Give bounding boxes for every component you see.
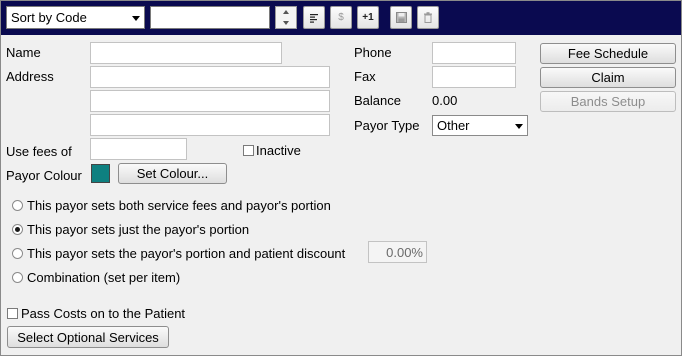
discount-value: 0.00% [386,244,423,260]
phone-label: Phone [354,45,392,60]
save-icon [395,12,407,23]
payor-type-label: Payor Type [354,118,420,133]
address-label: Address [6,69,54,84]
option-radio-both[interactable] [12,200,23,211]
save-button[interactable] [390,6,412,29]
option-label-combination: Combination (set per item) [27,270,181,285]
delete-button[interactable] [417,6,439,29]
spin-up-icon[interactable] [276,7,296,18]
toolbar: Sort by Code $ +1 [1,1,681,35]
payor-colour-label: Payor Colour [6,168,82,183]
fee-schedule-button[interactable]: Fee Schedule [540,43,676,64]
pass-costs-label: Pass Costs on to the Patient [21,306,186,321]
address-line3-input[interactable] [90,114,330,136]
pass-costs-checkbox[interactable] [7,308,18,319]
dollar-label: $ [338,12,344,23]
option-radio-payor-portion[interactable] [12,224,23,235]
payor-type-select[interactable]: Other [432,115,528,136]
inactive-label: Inactive [256,143,301,158]
option-label-payor-portion: This payor sets just the payor's portion [27,222,250,237]
set-colour-label: Set Colour... [136,166,209,181]
chevron-down-icon [132,15,140,21]
payor-type-value: Other [437,118,470,133]
payor-editor-window: Sort by Code $ +1 Name Address Use fees … [0,0,682,356]
address-line2-input[interactable] [90,90,330,112]
dollar-button[interactable]: $ [330,6,352,29]
fax-label: Fax [354,69,376,84]
balance-label: Balance [354,93,401,108]
payor-colour-swatch [91,164,110,183]
search-input[interactable] [150,6,270,29]
inactive-checkbox[interactable] [243,145,254,156]
phone-input[interactable] [432,42,516,64]
search-spinner[interactable] [275,6,297,29]
trash-icon [424,12,432,23]
chevron-down-icon [515,123,523,129]
claim-button[interactable]: Claim [540,67,676,88]
sort-select[interactable]: Sort by Code [6,6,145,29]
bands-setup-label: Bands Setup [570,94,646,109]
plus-one-button[interactable]: +1 [357,6,379,29]
use-fees-label: Use fees of [6,144,72,159]
option-radio-combination[interactable] [12,272,23,283]
align-left-icon [310,13,318,23]
balance-value: 0.00 [432,93,458,108]
align-button[interactable] [303,6,325,29]
option-label-both: This payor sets both service fees and pa… [27,198,331,213]
address-line1-input[interactable] [90,66,330,88]
sort-select-value: Sort by Code [11,10,87,25]
fee-schedule-label: Fee Schedule [567,46,649,61]
name-input[interactable] [90,42,282,64]
bands-setup-button[interactable]: Bands Setup [540,91,676,112]
fax-input[interactable] [432,66,516,88]
option-radio-portion-discount[interactable] [12,248,23,259]
select-optional-services-button[interactable]: Select Optional Services [7,326,169,348]
set-colour-button[interactable]: Set Colour... [118,163,227,184]
claim-label: Claim [591,70,625,85]
option-label-portion-discount: This payor sets the payor's portion and … [27,246,346,261]
plus-one-label: +1 [362,12,374,23]
name-label: Name [6,45,41,60]
use-fees-input[interactable] [90,138,187,160]
select-optional-services-label: Select Optional Services [17,329,159,345]
discount-input[interactable]: 0.00% [368,241,427,263]
spin-down-icon[interactable] [276,18,296,29]
